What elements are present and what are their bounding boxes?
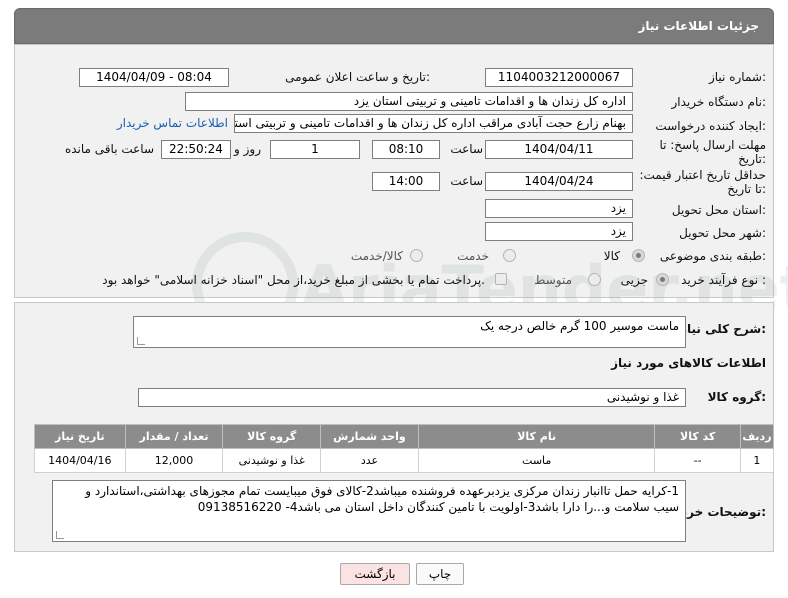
delivery-city-label: شهر محل تحویل: — [679, 226, 766, 240]
category-goods-service-label: کالا/خدمت — [350, 249, 403, 263]
category-label: طبقه بندی موضوعی: — [659, 249, 766, 263]
cell-group: غذا و نوشیدنی — [222, 448, 322, 473]
announce-datetime-label: تاریخ و ساعت اعلان عمومی: — [285, 70, 430, 84]
col-qty: تعداد / مقدار — [124, 424, 224, 449]
category-service-radio[interactable] — [503, 249, 516, 262]
col-group: گروه کالا — [222, 424, 322, 449]
delivery-province-field: یزد — [485, 199, 633, 218]
treasury-note: پرداخت تمام یا بخشی از مبلغ خرید،از محل … — [102, 273, 485, 287]
goods-info-title: اطلاعات کالاهای مورد نیاز — [611, 356, 766, 370]
reply-time-field: 08:10 — [372, 140, 440, 159]
purchase-medium-radio[interactable] — [588, 273, 601, 286]
cell-date: 1404/04/16 — [34, 448, 126, 473]
panel-header: جزئیات اطلاعات نیاز — [14, 8, 774, 44]
requester-field: بهنام زارع حجت آبادی مراقب اداره کل زندا… — [234, 114, 633, 133]
announce-datetime-field: 1404/04/09 - 08:04 — [79, 68, 229, 87]
buyer-org-field: اداره کل زندان ها و اقدامات تامینی و ترب… — [185, 92, 633, 111]
purchase-medium-label: متوسط — [534, 273, 572, 287]
goods-table: ردیف کد کالا نام کالا واحد شمارش گروه کا… — [34, 424, 775, 473]
days-label: روز و — [234, 142, 261, 156]
reply-date-field: 1404/04/11 — [485, 140, 633, 159]
purchase-type-label: نوع فرآیند خرید : — [681, 273, 766, 287]
need-number-label: شماره نیاز: — [708, 70, 766, 84]
page-title: جزئیات اطلاعات نیاز — [638, 19, 759, 33]
category-goods-label: کالا — [603, 249, 620, 263]
resize-handle[interactable] — [137, 337, 145, 345]
category-service-label: خدمت — [457, 249, 489, 263]
cell-row: 1 — [739, 448, 775, 473]
delivery-city-field: یزد — [485, 222, 633, 241]
col-unit: واحد شمارش — [320, 424, 419, 449]
buyer-org-label: نام دستگاه خریدار: — [671, 95, 767, 109]
resize-handle[interactable] — [56, 531, 64, 539]
need-number-field: 1104003212000067 — [485, 68, 633, 87]
reply-time-label: ساعت — [450, 142, 483, 156]
category-goods-service-radio[interactable] — [410, 249, 423, 262]
delivery-province-label: استان محل تحویل: — [671, 203, 766, 217]
cell-unit: عدد — [320, 448, 419, 473]
treasury-checkbox[interactable] — [495, 273, 507, 285]
table-header-row: ردیف کد کالا نام کالا واحد شمارش گروه کا… — [34, 424, 775, 449]
price-time-label: ساعت — [450, 174, 483, 188]
general-desc-text: ماست موسیر 100 گرم خالص درجه یک — [480, 319, 679, 333]
col-name: نام کالا — [417, 424, 656, 449]
requester-label: ایجاد کننده درخواست: — [655, 119, 766, 133]
category-goods-radio[interactable] — [632, 249, 645, 262]
buyer-notes-field: 1-کرایه حمل تاانبار زندان مرکزی یزدبرعهد… — [52, 480, 686, 542]
price-time-field: 14:00 — [372, 172, 440, 191]
general-desc-label: شرح کلی نیاز: — [680, 322, 766, 336]
remaining-time-field: 22:50:24 — [161, 140, 231, 159]
col-code: کد کالا — [654, 424, 741, 449]
reply-days-field: 1 — [270, 140, 360, 159]
purchase-minor-label: جزیی — [620, 273, 648, 287]
back-button[interactable]: بازگشت — [340, 563, 410, 585]
price-date-field: 1404/04/24 — [485, 172, 633, 191]
purchase-minor-radio[interactable] — [656, 273, 669, 286]
cell-code: -- — [654, 448, 741, 473]
col-date: تاریخ نیاز — [34, 424, 126, 449]
buyer-notes-text: 1-کرایه حمل تاانبار زندان مرکزی یزدبرعهد… — [85, 484, 679, 514]
col-row: ردیف — [739, 424, 775, 449]
remaining-label: ساعت باقی مانده — [64, 142, 154, 156]
goods-group-label: گروه کالا: — [707, 390, 766, 404]
price-validity-label: حداقل تاریخ اعتبار قیمت: تا تاریخ: — [639, 168, 766, 196]
general-desc-field: ماست موسیر 100 گرم خالص درجه یک — [133, 316, 686, 348]
goods-group-field: غذا و نوشیدنی — [138, 388, 686, 407]
buyer-contact-link[interactable]: اطلاعات تماس خریدار — [117, 116, 228, 130]
cell-qty: 12,000 — [124, 448, 224, 473]
cell-name: ماست — [417, 448, 656, 473]
print-button[interactable]: چاپ — [416, 563, 464, 585]
table-row: 1 -- ماست عدد غذا و نوشیدنی 12,000 1404/… — [34, 448, 775, 473]
reply-deadline-label: مهلت ارسال پاسخ: تا تاریخ: — [659, 138, 766, 166]
